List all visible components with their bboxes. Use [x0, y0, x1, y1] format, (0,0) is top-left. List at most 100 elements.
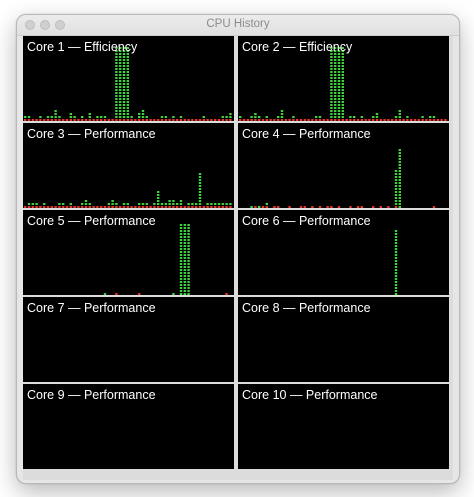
user-load-dot	[341, 80, 344, 82]
cpu-history-window: CPU History Core 1 — Efficiency Core 2 — …	[16, 14, 460, 484]
user-load-dot	[394, 200, 398, 202]
system-load-dot	[402, 119, 405, 121]
system-load-dot	[50, 119, 53, 121]
user-load-dot	[398, 179, 401, 181]
user-load-dot	[58, 116, 61, 118]
user-load-dot	[119, 113, 122, 115]
system-load-dot	[322, 119, 325, 121]
user-load-dot	[330, 104, 333, 106]
system-load-dot	[54, 206, 57, 208]
user-load-dot	[334, 83, 337, 85]
system-load-dot	[254, 206, 257, 208]
user-load-dot	[179, 269, 183, 271]
user-load-dot	[187, 248, 190, 250]
system-load-dot	[54, 119, 57, 121]
core-7-graph: Core 7 — Performance	[23, 297, 234, 382]
user-load-dot	[280, 116, 284, 118]
user-load-dot	[330, 113, 333, 115]
user-load-dot	[126, 77, 129, 79]
system-load-dot	[417, 119, 420, 121]
user-load-dot	[341, 98, 344, 100]
user-load-dot	[183, 266, 186, 268]
user-load-dot	[341, 107, 344, 109]
system-load-dot	[299, 206, 303, 208]
user-load-dot	[115, 95, 118, 97]
user-load-dot	[103, 293, 107, 295]
user-load-dot	[27, 203, 31, 205]
user-load-dot	[394, 179, 398, 181]
user-load-dot	[337, 62, 341, 64]
user-load-dot	[254, 113, 257, 115]
system-load-dot	[58, 206, 61, 208]
system-load-dot	[277, 119, 280, 121]
user-load-dot	[334, 110, 337, 112]
user-load-dot	[183, 257, 186, 259]
user-load-dot	[214, 203, 217, 205]
user-load-dot	[172, 293, 175, 295]
user-load-dot	[157, 200, 160, 202]
user-load-dot	[179, 254, 183, 256]
user-load-dot	[334, 80, 337, 82]
user-load-dot	[341, 92, 344, 94]
user-load-dot	[337, 77, 341, 79]
core-label: Core 6 — Performance	[242, 214, 371, 228]
user-load-dot	[69, 113, 72, 115]
user-load-dot	[179, 281, 183, 283]
system-load-dot	[217, 119, 221, 121]
user-load-dot	[292, 116, 295, 118]
system-load-dot	[160, 119, 164, 121]
user-load-dot	[122, 68, 126, 70]
user-load-dot	[337, 56, 341, 58]
system-load-dot	[225, 119, 228, 121]
user-load-dot	[138, 203, 141, 205]
user-load-dot	[183, 251, 186, 253]
user-load-dot	[119, 116, 122, 118]
user-load-dot	[341, 74, 344, 76]
system-load-dot	[58, 119, 61, 121]
user-load-dot	[394, 275, 398, 277]
user-load-dot	[126, 113, 129, 115]
user-load-dot	[341, 56, 344, 58]
user-load-dot	[394, 242, 398, 244]
system-load-dot	[444, 119, 447, 121]
user-load-dot	[122, 107, 126, 109]
user-load-dot	[334, 92, 337, 94]
user-load-dot	[187, 260, 190, 262]
title-bar[interactable]: CPU History	[17, 15, 459, 36]
user-load-dot	[341, 86, 344, 88]
user-load-dot	[398, 194, 401, 196]
user-load-dot	[341, 77, 344, 79]
user-load-dot	[394, 266, 398, 268]
user-load-dot	[126, 110, 129, 112]
system-load-dot	[334, 119, 337, 121]
system-load-dot	[46, 206, 50, 208]
user-load-dot	[115, 62, 118, 64]
system-load-dot	[73, 206, 76, 208]
user-load-dot	[122, 80, 126, 82]
user-load-dot	[141, 113, 145, 115]
user-load-dot	[341, 65, 344, 67]
user-load-dot	[372, 116, 375, 118]
user-load-dot	[398, 167, 401, 169]
user-load-dot	[122, 74, 126, 76]
system-load-dot	[168, 119, 171, 121]
user-load-dot	[126, 98, 129, 100]
user-load-dot	[126, 80, 129, 82]
user-load-dot	[341, 59, 344, 61]
system-load-dot	[379, 206, 382, 208]
user-load-dot	[229, 116, 232, 118]
user-load-dot	[183, 263, 186, 265]
user-load-dot	[341, 89, 344, 91]
system-load-dot	[292, 119, 295, 121]
user-load-dot	[394, 191, 398, 193]
user-load-dot	[258, 206, 261, 208]
user-load-dot	[122, 59, 126, 61]
system-load-dot	[406, 119, 409, 121]
system-load-dot	[46, 119, 50, 121]
core-label: Core 9 — Performance	[27, 388, 156, 402]
user-load-dot	[341, 71, 344, 73]
user-load-dot	[337, 68, 341, 70]
system-load-dot	[179, 206, 183, 208]
user-load-dot	[330, 68, 333, 70]
core-label: Core 10 — Performance	[242, 388, 378, 402]
